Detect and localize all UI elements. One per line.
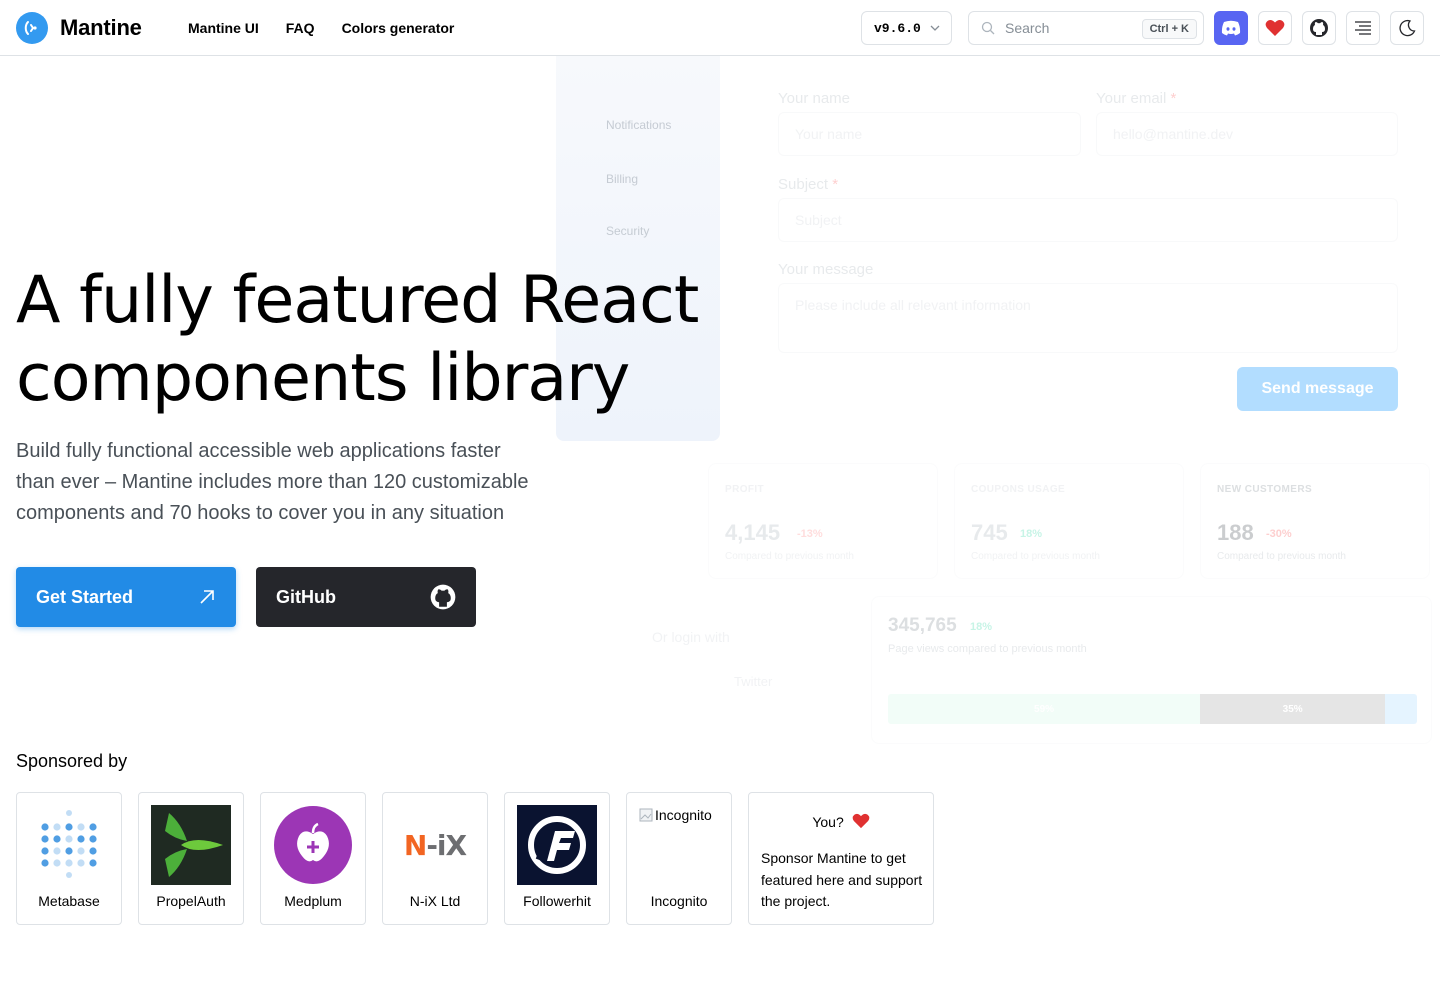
sponsor-button[interactable] [1258,11,1292,45]
sponsor-card-incognito[interactable]: Incognito Incognito [626,792,732,925]
search-placeholder: Search [1005,20,1050,36]
demo-panel-item: Notifications [606,118,672,132]
demo-pageviews-card: 345,765 18% Page views compared to previ… [871,596,1432,744]
hero-description: Build fully functional accessible web ap… [16,440,529,524]
sponsor-name: N-iX Ltd [409,893,461,909]
demo-send-message-button: Send message [1237,367,1398,411]
demo-email-label: Your email * [1096,90,1177,107]
demo-stat-card: NEW CUSTOMERS 188 -30% Compared to previ… [1200,463,1430,579]
demo-message-input: Please include all relevant information [778,283,1398,353]
demo-name-label: Your name [778,90,850,107]
search-shortcut: Ctrl + K [1141,19,1197,39]
demo-subject-label: Subject * [778,176,839,193]
menu-button[interactable] [1346,11,1380,45]
demo-progress-bar: 59% 35% [888,694,1417,724]
sponsor-name: Metabase [38,893,100,909]
nav-link-colors-generator[interactable]: Colors generator [342,20,455,36]
arrow-up-right-icon [200,590,214,604]
sponsor-name: PropelAuth [156,893,226,909]
demo-message-label: Your message [778,261,874,278]
hero-title-line-2: components library [16,341,630,416]
chevron-down-icon [930,25,940,31]
progress-segment: 59% [888,694,1201,724]
search-input[interactable]: Search Ctrl + K [968,11,1204,45]
get-started-button[interactable]: Get Started [16,567,236,627]
github-button[interactable] [1302,11,1336,45]
version-select[interactable]: v9.6.0 [861,11,952,45]
demo-stat-card: PROFIT 4,145 -13% Compared to previous m… [708,463,938,579]
demo-panel-item: Security [606,224,650,238]
sponsor-card-medplum[interactable]: Medplum [260,792,366,925]
top-nav: Mantine UI FAQ Colors generator [188,20,454,36]
brand-name: Mantine [60,15,142,40]
hero-title: A fully featured React components librar… [16,262,736,418]
version-value: v9.6.0 [874,20,921,36]
nav-link-mantine-ui[interactable]: Mantine UI [188,20,259,36]
github-icon [430,584,456,610]
metabase-logo [29,805,109,885]
search-icon [981,21,995,35]
demo-email-input: hello@mantine.dev [1096,112,1398,156]
github-icon [1310,19,1328,37]
heart-icon [852,813,869,829]
demo-panel-item: Billing [606,172,639,186]
followerhit-logo [517,805,597,885]
broken-image-icon: Incognito [639,807,712,823]
sponsor-name: Followerhit [523,893,591,909]
sponsor-card-followerhit[interactable]: Followerhit [504,792,610,925]
you-title: You? [749,813,933,830]
color-scheme-toggle[interactable] [1390,11,1424,45]
you-description: Sponsor Mantine to get featured here and… [761,850,923,909]
demo-name-input: Your name [778,112,1081,156]
sponsors-heading: Sponsored by [16,751,128,771]
propelauth-logo [151,805,231,885]
heart-icon [1265,20,1285,36]
discord-icon [1221,20,1241,36]
github-link-button[interactable]: GitHub [256,567,476,627]
demo-stat-card: COUPONS USAGE 745 18% Compared to previo… [954,463,1184,579]
progress-segment: 35% [1200,694,1386,724]
header: Mantine Mantine UI FAQ Colors generator … [0,0,1440,56]
nav-link-faq[interactable]: FAQ [286,20,315,36]
mantine-logo-icon [16,12,48,44]
sponsor-name: Medplum [284,893,342,909]
sponsor-card-propelauth[interactable]: PropelAuth [138,792,244,925]
demo-subject-input: Subject [778,198,1398,242]
discord-button[interactable] [1214,11,1248,45]
nix-logo: N-iX [403,828,467,862]
progress-segment [1385,694,1417,724]
medplum-logo [273,805,353,885]
sponsor-card-nix[interactable]: N-iX N-iX Ltd [382,792,488,925]
moon-icon [1399,19,1416,37]
hero-title-line-1: A fully featured React [16,263,699,338]
become-sponsor-card[interactable]: You? Sponsor Mantine to get featured her… [748,792,934,925]
sponsor-card-metabase[interactable]: Metabase [16,792,122,925]
sponsor-name: Incognito [650,893,708,909]
menu-icon [1355,21,1371,35]
brand-logo[interactable]: Mantine [16,12,142,44]
